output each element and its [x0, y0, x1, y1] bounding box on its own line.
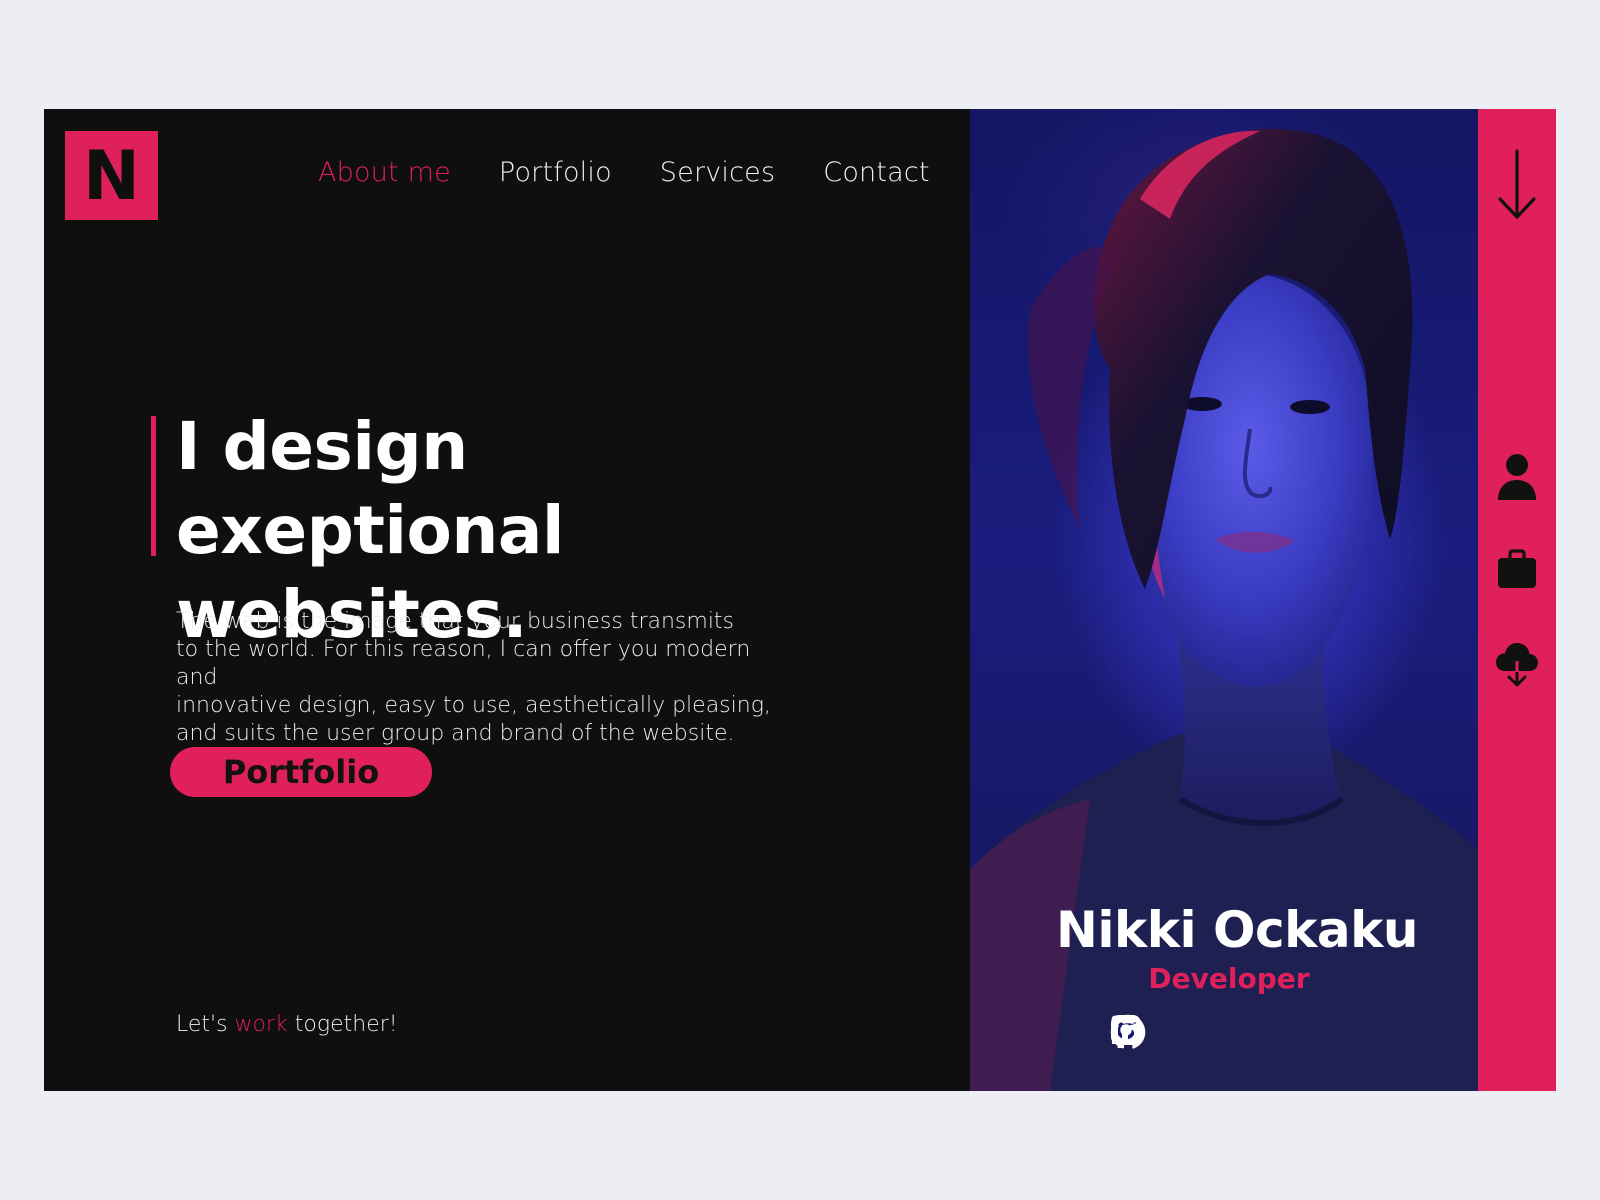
arrow-down-icon[interactable] [1478, 149, 1556, 221]
social-links [1110, 1014, 1348, 1054]
hero-title-line-1: I design exeptional [176, 408, 565, 569]
cloud-download-icon[interactable] [1478, 641, 1556, 687]
user-icon[interactable] [1478, 453, 1556, 501]
side-rail [1478, 109, 1556, 1091]
profile-role: Developer [1148, 962, 1310, 995]
hero-description-line-1: The web is the image that your business … [176, 609, 735, 634]
tagline-pre: Let's [176, 1012, 228, 1037]
nav-about-me[interactable]: About me [318, 157, 451, 188]
logo-letter: N [83, 136, 140, 216]
profile-photo-panel: Nikki Ockaku Developer [970, 109, 1478, 1091]
nav-contact[interactable]: Contact [823, 157, 929, 188]
linkedin-icon[interactable] [1111, 1014, 1348, 1054]
hero-description-line-4: and suits the user group and brand of th… [176, 721, 735, 746]
briefcase-icon[interactable] [1478, 549, 1556, 589]
main-nav: About me Portfolio Services Contact [318, 157, 930, 188]
nav-services[interactable]: Services [660, 157, 775, 188]
landing-page: N About me Portfolio Services Contact I … [44, 109, 1556, 1091]
profile-name: Nikki Ockaku [1055, 901, 1419, 959]
tagline-highlight: work [234, 1012, 288, 1037]
hero-description-line-2: to the world. For this reason, I can off… [176, 637, 751, 690]
tagline-post: together! [294, 1012, 398, 1037]
hero-description-line-3: innovative design, easy to use, aestheti… [176, 693, 771, 718]
nav-portfolio[interactable]: Portfolio [499, 157, 612, 188]
logo[interactable]: N [65, 131, 158, 220]
hero-accent-bar [151, 416, 156, 556]
hero-description: The web is the image that your business … [176, 608, 776, 748]
portfolio-button[interactable]: Portfolio [170, 747, 432, 797]
instagram-icon[interactable] [1111, 1014, 1216, 1054]
tagline: Let's work together! [176, 1012, 398, 1037]
github-icon[interactable] [1110, 1014, 1282, 1054]
